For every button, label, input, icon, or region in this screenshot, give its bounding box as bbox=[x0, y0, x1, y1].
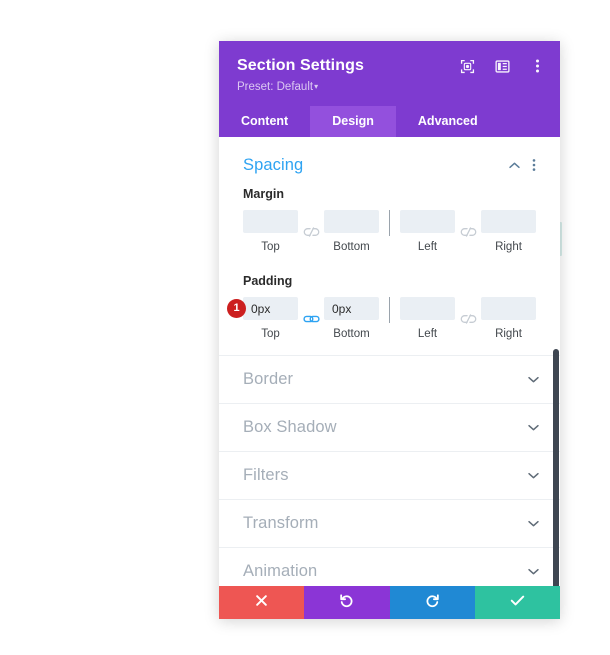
padding-bottom-cell: Bottom bbox=[324, 297, 379, 341]
margin-left-caption: Left bbox=[417, 241, 438, 253]
padding-top-input[interactable] bbox=[243, 297, 298, 320]
padding-bottom-input[interactable] bbox=[324, 297, 379, 320]
check-icon bbox=[510, 594, 525, 612]
section-spacing: Spacing Margin Top Bottom Left Right Pad… bbox=[219, 137, 560, 355]
padding-right-input[interactable] bbox=[481, 297, 536, 320]
redo-icon bbox=[425, 593, 440, 613]
field-group-padding: Padding 1 Top bbox=[219, 254, 560, 341]
padding-right-cell: Right bbox=[481, 297, 536, 341]
preset-label: Preset: Default bbox=[237, 81, 314, 93]
undo-icon bbox=[339, 593, 354, 613]
section-box-shadow-title: Box Shadow bbox=[243, 418, 337, 436]
padding-horizontal-link-broken-icon[interactable] bbox=[455, 308, 481, 331]
section-transform[interactable]: Transform bbox=[219, 499, 560, 547]
margin-right-caption: Right bbox=[495, 241, 522, 253]
padding-label: Padding bbox=[243, 274, 293, 288]
padding-top-cell: Top bbox=[243, 297, 298, 341]
tab-design[interactable]: Design bbox=[310, 106, 396, 137]
section-settings-modal: Section Settings Preset: Default▾ Conten… bbox=[219, 41, 560, 619]
screen: Section Settings Preset: Default▾ Conten… bbox=[0, 0, 610, 655]
chevron-down-icon[interactable] bbox=[524, 371, 542, 389]
padding-top-caption: Top bbox=[261, 328, 280, 340]
section-spacing-header[interactable]: Spacing bbox=[219, 137, 560, 181]
cancel-button[interactable] bbox=[219, 586, 305, 619]
chevron-down-icon[interactable] bbox=[524, 419, 542, 437]
padding-left-caption: Left bbox=[417, 328, 438, 340]
chevron-up-icon[interactable] bbox=[504, 155, 524, 175]
padding-right-caption: Right bbox=[495, 328, 522, 340]
more-vertical-icon[interactable] bbox=[528, 57, 546, 75]
margin-bottom-cell: Bottom bbox=[324, 210, 379, 254]
header-icon-group bbox=[458, 57, 546, 75]
padding-pair-divider bbox=[389, 297, 390, 323]
field-group-margin: Margin Top Bottom Left Right bbox=[219, 181, 560, 254]
modal-footer bbox=[219, 586, 560, 619]
padding-horizontal-pair: Left Right bbox=[400, 297, 536, 341]
margin-horizontal-pair: Left Right bbox=[400, 210, 536, 254]
margin-pair-divider bbox=[389, 210, 390, 236]
settings-scroll-area: Spacing Margin Top Bottom Left Right Pad… bbox=[219, 137, 560, 586]
margin-right-input[interactable] bbox=[481, 210, 536, 233]
margin-top-caption: Top bbox=[261, 241, 280, 253]
margin-right-cell: Right bbox=[481, 210, 536, 254]
section-filters-title: Filters bbox=[243, 466, 289, 484]
margin-horizontal-link-broken-icon[interactable] bbox=[455, 221, 481, 244]
margin-left-input[interactable] bbox=[400, 210, 455, 233]
tab-bar: Content Design Advanced bbox=[219, 106, 560, 137]
layout-panel-icon[interactable] bbox=[493, 57, 511, 75]
margin-vertical-link-broken-icon[interactable] bbox=[298, 221, 324, 244]
padding-inputs-row: 1 Top bbox=[227, 297, 536, 341]
tab-advanced[interactable]: Advanced bbox=[396, 106, 500, 137]
section-spacing-title: Spacing bbox=[243, 155, 304, 174]
chevron-down-icon[interactable] bbox=[524, 563, 542, 581]
chevron-down-icon[interactable] bbox=[524, 515, 542, 533]
margin-vertical-pair: Top Bottom bbox=[243, 210, 379, 254]
tab-content[interactable]: Content bbox=[219, 106, 310, 137]
modal-header: Section Settings Preset: Default▾ bbox=[219, 41, 560, 106]
chevron-down-icon[interactable] bbox=[524, 467, 542, 485]
section-border[interactable]: Border bbox=[219, 355, 560, 403]
margin-inputs-row: Top Bottom Left Right bbox=[243, 210, 536, 254]
section-box-shadow[interactable]: Box Shadow bbox=[219, 403, 560, 451]
padding-bottom-caption: Bottom bbox=[333, 328, 370, 340]
margin-label: Margin bbox=[243, 187, 284, 201]
status-badge: 1 bbox=[227, 299, 246, 318]
chevron-down-icon: ▾ bbox=[314, 82, 319, 91]
save-button[interactable] bbox=[474, 586, 560, 619]
section-animation[interactable]: Animation bbox=[219, 547, 560, 586]
padding-left-input[interactable] bbox=[400, 297, 455, 320]
margin-left-cell: Left bbox=[400, 210, 455, 254]
padding-vertical-pair: Top Bottom bbox=[243, 297, 379, 341]
section-animation-title: Animation bbox=[243, 562, 318, 580]
focus-target-icon[interactable] bbox=[458, 57, 476, 75]
undo-button[interactable] bbox=[304, 586, 390, 619]
scrollbar-thumb[interactable] bbox=[553, 349, 559, 586]
section-transform-title: Transform bbox=[243, 514, 319, 532]
margin-top-input[interactable] bbox=[243, 210, 298, 233]
padding-vertical-link-connected-icon[interactable] bbox=[298, 308, 324, 331]
margin-bottom-input[interactable] bbox=[324, 210, 379, 233]
scrollbar-track[interactable] bbox=[553, 137, 560, 586]
section-more-vertical-icon[interactable] bbox=[524, 155, 544, 175]
padding-left-cell: Left bbox=[400, 297, 455, 341]
section-filters[interactable]: Filters bbox=[219, 451, 560, 499]
section-border-title: Border bbox=[243, 370, 294, 388]
preset-selector[interactable]: Preset: Default▾ bbox=[237, 79, 542, 95]
close-icon bbox=[255, 594, 268, 612]
margin-top-cell: Top bbox=[243, 210, 298, 254]
redo-button[interactable] bbox=[389, 586, 475, 619]
margin-bottom-caption: Bottom bbox=[333, 241, 370, 253]
